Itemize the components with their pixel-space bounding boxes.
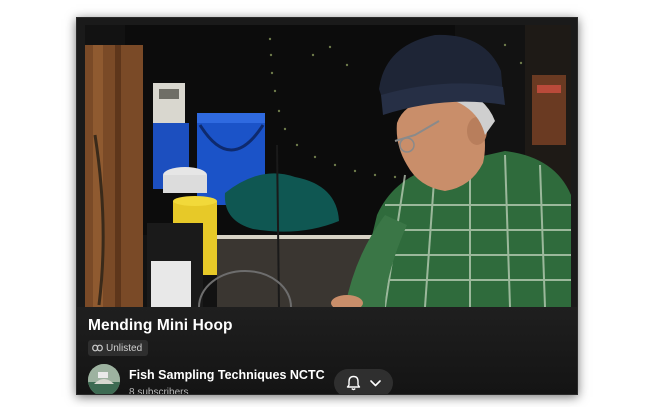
notification-bell-button[interactable] xyxy=(334,369,393,394)
video-card: Mending Mini Hoop Unlisted Fish Sampling… xyxy=(76,17,578,395)
video-info-panel: Mending Mini Hoop Unlisted Fish Sampling… xyxy=(77,307,577,394)
visibility-badge: Unlisted xyxy=(88,340,149,356)
subscriber-count: 8 subscribers xyxy=(129,387,189,395)
channel-name[interactable]: Fish Sampling Techniques NCTC xyxy=(129,368,325,382)
channel-avatar[interactable] xyxy=(88,364,120,394)
video-title[interactable]: Mending Mini Hoop xyxy=(88,317,233,335)
visibility-label: Unlisted xyxy=(106,342,143,354)
video-thumbnail[interactable] xyxy=(85,25,571,307)
chevron-down-icon xyxy=(370,379,381,387)
link-icon xyxy=(92,344,103,352)
bell-icon xyxy=(346,375,361,391)
